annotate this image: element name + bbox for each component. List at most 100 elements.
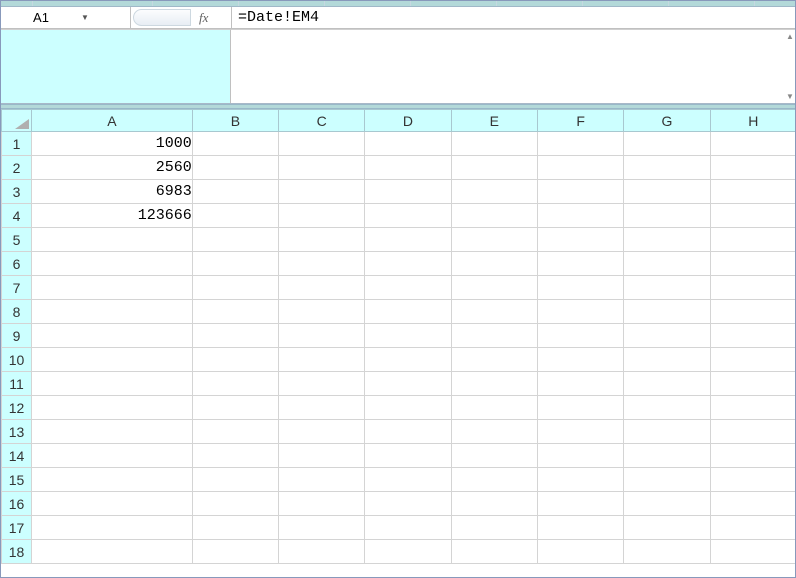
- cell-C1[interactable]: [279, 132, 365, 156]
- cell-E4[interactable]: [451, 204, 537, 228]
- cell-H17[interactable]: [710, 516, 795, 540]
- row-header-6[interactable]: 6: [2, 252, 32, 276]
- cell-B7[interactable]: [192, 276, 278, 300]
- cell-C12[interactable]: [279, 396, 365, 420]
- cell-C16[interactable]: [279, 492, 365, 516]
- cell-A2[interactable]: 2560: [32, 156, 193, 180]
- cell-H1[interactable]: [710, 132, 795, 156]
- cell-A10[interactable]: [32, 348, 193, 372]
- cell-G12[interactable]: [624, 396, 710, 420]
- cell-A16[interactable]: [32, 492, 193, 516]
- cell-A6[interactable]: [32, 252, 193, 276]
- cell-F9[interactable]: [537, 324, 623, 348]
- formula-input[interactable]: [232, 7, 795, 28]
- cell-B2[interactable]: [192, 156, 278, 180]
- formula-scrollbar[interactable]: ▲ ▼: [787, 32, 793, 101]
- row-header-12[interactable]: 12: [2, 396, 32, 420]
- cell-D7[interactable]: [365, 276, 451, 300]
- row-header-16[interactable]: 16: [2, 492, 32, 516]
- column-header-B[interactable]: B: [192, 110, 278, 132]
- cell-H12[interactable]: [710, 396, 795, 420]
- cell-H11[interactable]: [710, 372, 795, 396]
- cell-E3[interactable]: [451, 180, 537, 204]
- cell-D8[interactable]: [365, 300, 451, 324]
- cell-H16[interactable]: [710, 492, 795, 516]
- cell-A14[interactable]: [32, 444, 193, 468]
- row-header-14[interactable]: 14: [2, 444, 32, 468]
- cell-B12[interactable]: [192, 396, 278, 420]
- row-header-18[interactable]: 18: [2, 540, 32, 564]
- row-header-15[interactable]: 15: [2, 468, 32, 492]
- cell-D16[interactable]: [365, 492, 451, 516]
- cell-E1[interactable]: [451, 132, 537, 156]
- cell-E17[interactable]: [451, 516, 537, 540]
- cancel-enter-button[interactable]: [133, 9, 191, 26]
- cell-D2[interactable]: [365, 156, 451, 180]
- cell-E10[interactable]: [451, 348, 537, 372]
- cell-C7[interactable]: [279, 276, 365, 300]
- cell-H5[interactable]: [710, 228, 795, 252]
- cell-C14[interactable]: [279, 444, 365, 468]
- row-header-13[interactable]: 13: [2, 420, 32, 444]
- cell-C17[interactable]: [279, 516, 365, 540]
- cell-G14[interactable]: [624, 444, 710, 468]
- cell-B9[interactable]: [192, 324, 278, 348]
- name-box[interactable]: [5, 9, 77, 27]
- cell-G16[interactable]: [624, 492, 710, 516]
- cell-A7[interactable]: [32, 276, 193, 300]
- cell-E8[interactable]: [451, 300, 537, 324]
- cell-H18[interactable]: [710, 540, 795, 564]
- cell-E13[interactable]: [451, 420, 537, 444]
- cell-D4[interactable]: [365, 204, 451, 228]
- cell-D13[interactable]: [365, 420, 451, 444]
- cell-H10[interactable]: [710, 348, 795, 372]
- cell-G5[interactable]: [624, 228, 710, 252]
- cell-B10[interactable]: [192, 348, 278, 372]
- cell-F12[interactable]: [537, 396, 623, 420]
- cell-B18[interactable]: [192, 540, 278, 564]
- row-header-4[interactable]: 4: [2, 204, 32, 228]
- cell-C11[interactable]: [279, 372, 365, 396]
- cell-H8[interactable]: [710, 300, 795, 324]
- cell-B8[interactable]: [192, 300, 278, 324]
- cell-D5[interactable]: [365, 228, 451, 252]
- cell-H7[interactable]: [710, 276, 795, 300]
- cell-E11[interactable]: [451, 372, 537, 396]
- cell-C2[interactable]: [279, 156, 365, 180]
- row-header-1[interactable]: 1: [2, 132, 32, 156]
- insert-function-button[interactable]: fx: [195, 10, 212, 26]
- cell-E16[interactable]: [451, 492, 537, 516]
- cell-F8[interactable]: [537, 300, 623, 324]
- row-header-9[interactable]: 9: [2, 324, 32, 348]
- cell-F1[interactable]: [537, 132, 623, 156]
- column-header-H[interactable]: H: [710, 110, 795, 132]
- cell-F11[interactable]: [537, 372, 623, 396]
- cell-G17[interactable]: [624, 516, 710, 540]
- cell-C8[interactable]: [279, 300, 365, 324]
- column-header-G[interactable]: G: [624, 110, 710, 132]
- spreadsheet-area[interactable]: ABCDEFGH 1100022560369834123666567891011…: [1, 109, 795, 575]
- column-header-C[interactable]: C: [279, 110, 365, 132]
- row-header-11[interactable]: 11: [2, 372, 32, 396]
- cell-A9[interactable]: [32, 324, 193, 348]
- column-header-A[interactable]: A: [32, 110, 193, 132]
- cell-A5[interactable]: [32, 228, 193, 252]
- cell-C9[interactable]: [279, 324, 365, 348]
- cell-B11[interactable]: [192, 372, 278, 396]
- row-header-2[interactable]: 2: [2, 156, 32, 180]
- cell-G13[interactable]: [624, 420, 710, 444]
- row-header-8[interactable]: 8: [2, 300, 32, 324]
- cell-A18[interactable]: [32, 540, 193, 564]
- cell-G7[interactable]: [624, 276, 710, 300]
- cell-F18[interactable]: [537, 540, 623, 564]
- cell-D17[interactable]: [365, 516, 451, 540]
- row-header-7[interactable]: 7: [2, 276, 32, 300]
- cell-G11[interactable]: [624, 372, 710, 396]
- formula-expand-editor[interactable]: ▲ ▼: [231, 29, 795, 103]
- cell-A8[interactable]: [32, 300, 193, 324]
- cell-A13[interactable]: [32, 420, 193, 444]
- cell-E12[interactable]: [451, 396, 537, 420]
- row-header-3[interactable]: 3: [2, 180, 32, 204]
- scroll-up-icon[interactable]: ▲: [786, 32, 794, 41]
- cell-A4[interactable]: 123666: [32, 204, 193, 228]
